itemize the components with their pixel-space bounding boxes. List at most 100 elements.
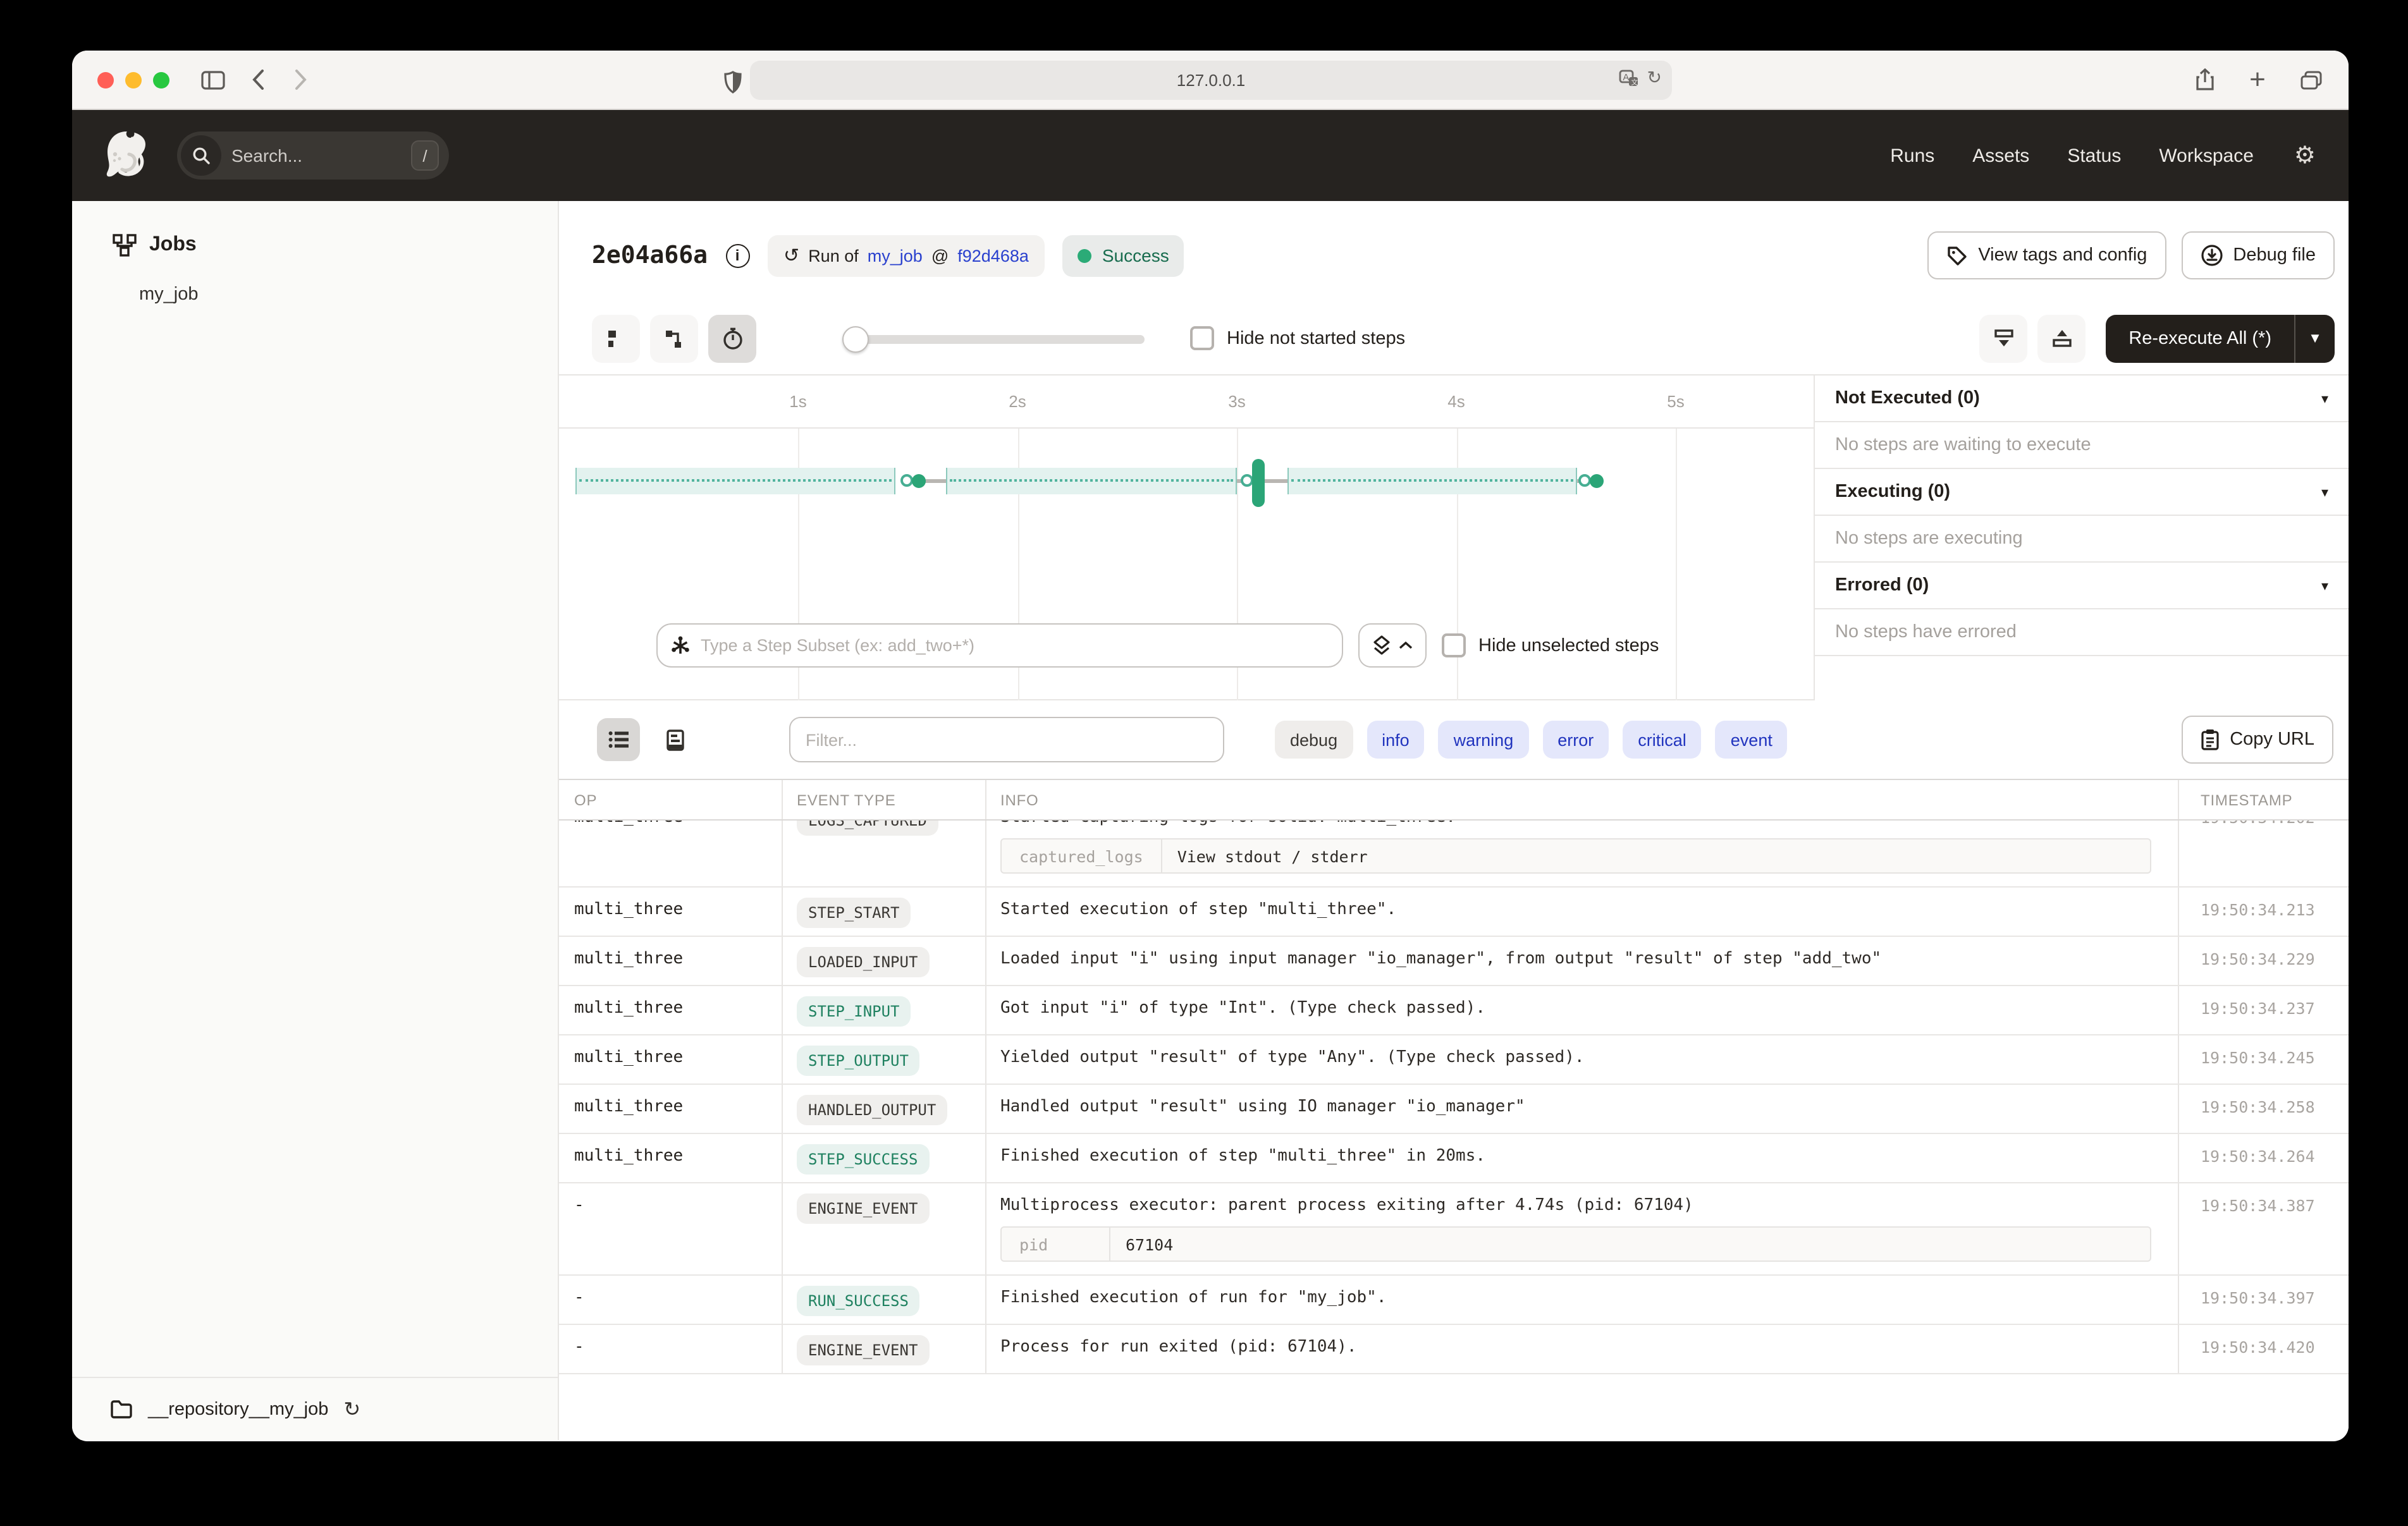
view-tags-config-button[interactable]: View tags and config <box>1927 231 2166 279</box>
settings-gear-icon[interactable]: ⚙ <box>2294 141 2316 170</box>
gantt-marker-filled[interactable] <box>1590 474 1604 488</box>
log-level-event[interactable]: event <box>1716 721 1788 759</box>
table-row[interactable]: -RUN_SUCCESSFinished execution of run fo… <box>559 1276 2349 1325</box>
slider-knob[interactable] <box>842 326 869 352</box>
new-tab-icon[interactable]: + <box>2240 62 2275 97</box>
event-type-badge: STEP_SUCCESS <box>797 1144 929 1175</box>
event-type-badge: STEP_OUTPUT <box>797 1046 920 1076</box>
dagster-logo-icon[interactable] <box>97 126 156 185</box>
step-subset-input[interactable] <box>701 636 1329 655</box>
op-selector-icon <box>670 635 691 656</box>
global-search[interactable]: / <box>177 131 449 180</box>
hide-not-started-label: Hide not started steps <box>1227 328 1405 348</box>
zoom-window-button[interactable] <box>153 71 169 88</box>
url-bar[interactable]: 127.0.0.1 A文 ↻ <box>750 61 1672 100</box>
gantt-step-bar[interactable] <box>945 468 1238 494</box>
reexecute-all-button[interactable]: Re-execute All (*) <box>2106 314 2295 362</box>
reexecute-dropdown-button[interactable]: ▼ <box>2295 314 2335 362</box>
subset-apply-button[interactable] <box>1358 623 1427 668</box>
nav-item-status[interactable]: Status <box>2067 145 2121 166</box>
sidebar-toggle-icon[interactable] <box>195 62 230 97</box>
at-symbol: @ <box>931 246 949 265</box>
close-window-button[interactable] <box>97 71 114 88</box>
gantt-toolbar: Hide not started steps Re-execute All (*… <box>559 302 2349 375</box>
commit-link[interactable]: f92d468a <box>957 246 1029 265</box>
share-icon[interactable] <box>2187 62 2222 97</box>
tab-overview-icon[interactable] <box>2293 62 2328 97</box>
table-row[interactable]: multi_threeSTEP_INPUTGot input "i" of ty… <box>559 986 2349 1035</box>
table-row[interactable]: multi_threeHANDLED_OUTPUTHandled output … <box>559 1085 2349 1134</box>
log-level-info[interactable]: info <box>1367 721 1425 759</box>
timestamp-cell: 19:50:34.397 <box>2178 1276 2349 1324</box>
collapse-panel-button[interactable] <box>1979 314 2027 362</box>
gantt-step-bar[interactable] <box>1288 468 1578 494</box>
log-level-debug[interactable]: debug <box>1275 721 1353 759</box>
event-type-badge: STEP_INPUT <box>797 996 911 1027</box>
reload-icon[interactable]: ↻ <box>1647 67 1662 89</box>
op-cell: - <box>559 1183 782 1274</box>
gantt-marker-open[interactable] <box>900 474 913 487</box>
sidebar-item-my-job[interactable]: my_job <box>72 257 558 305</box>
content: Jobs my_job __repository__my_job ↻ 2e04a… <box>72 201 2349 1440</box>
privacy-shield-icon[interactable] <box>715 64 750 100</box>
view-timed-button[interactable] <box>708 314 756 362</box>
log-level-critical[interactable]: critical <box>1623 721 1702 759</box>
minimize-window-button[interactable] <box>125 71 142 88</box>
table-row[interactable]: -ENGINE_EVENTMultiprocess executor: pare… <box>559 1183 2349 1276</box>
job-link[interactable]: my_job <box>868 246 923 265</box>
table-row[interactable]: -ENGINE_EVENTProcess for run exited (pid… <box>559 1325 2349 1374</box>
refresh-icon[interactable]: ↻ <box>343 1396 360 1422</box>
gantt-marker-open[interactable] <box>1578 474 1591 487</box>
run-of-pill: ↺ Run of my_job @ f92d468a <box>767 235 1045 276</box>
info-icon[interactable]: i <box>725 243 749 267</box>
expand-panel-button[interactable] <box>2037 314 2086 362</box>
gantt-step-bar[interactable] <box>575 468 895 494</box>
back-icon[interactable] <box>240 62 276 97</box>
timestamp-cell: 19:50:34.258 <box>2178 1085 2349 1133</box>
event-type-badge: RUN_SUCCESS <box>797 1286 920 1316</box>
metadata-chip-value[interactable]: View stdout / stderr <box>1162 839 1383 872</box>
panel-section-header[interactable]: Executing (0)▾ <box>1815 469 2349 516</box>
table-row[interactable]: multi_threeSTEP_SUCCESSFinished executio… <box>559 1134 2349 1183</box>
log-pane: debug info warning error critical event Copy … <box>559 700 2349 1392</box>
log-level-warning[interactable]: warning <box>1439 721 1529 759</box>
timestamp-cell: 19:50:34.420 <box>2178 1325 2349 1373</box>
debug-file-button[interactable]: Debug file <box>2181 231 2335 279</box>
panel-section-header[interactable]: Not Executed (0)▾ <box>1815 375 2349 422</box>
tag-icon <box>1946 245 1968 266</box>
forward-icon[interactable] <box>283 62 319 97</box>
log-filter-input[interactable] <box>789 717 1224 762</box>
copy-url-button[interactable]: Copy URL <box>2182 716 2333 764</box>
log-table-header: OPEVENT TYPEINFOTIMESTAMP <box>559 780 2349 821</box>
log-structured-view-button[interactable] <box>654 718 697 761</box>
slider-track[interactable] <box>842 334 1145 343</box>
gantt-marker-open[interactable] <box>1241 474 1253 487</box>
repository-row[interactable]: __repository__my_job ↻ <box>72 1377 558 1440</box>
translate-icon[interactable]: A文 <box>1619 69 1640 87</box>
table-row[interactable]: multi_threeLOADED_INPUTLoaded input "i" … <box>559 937 2349 986</box>
zoom-slider[interactable] <box>842 314 1145 362</box>
table-row[interactable]: multi_threeSTEP_OUTPUTYielded output "re… <box>559 1035 2349 1085</box>
hide-unselected-checkbox[interactable] <box>1442 633 1466 657</box>
timestamp-cell: 19:50:34.202 <box>2178 821 2349 886</box>
info-text: Started execution of step "multi_three". <box>1000 900 2163 920</box>
search-input[interactable] <box>231 145 371 166</box>
table-row[interactable]: multi_threeSTEP_STARTStarted execution o… <box>559 888 2349 937</box>
log-level-error[interactable]: error <box>1542 721 1609 759</box>
panel-section-title: Errored (0) <box>1835 575 1929 595</box>
nav-item-workspace[interactable]: Workspace <box>2159 145 2254 166</box>
nav-item-assets[interactable]: Assets <box>1972 145 2029 166</box>
info-cell: Got input "i" of type "Int". (Type check… <box>985 986 2178 1034</box>
gantt-chart[interactable]: Hide unselected steps 1s2s3s4s5s <box>559 375 1814 700</box>
view-waterfall-button[interactable] <box>650 314 698 362</box>
table-row[interactable]: multi_threeLOGS_CAPTUREDStarted capturin… <box>559 821 2349 888</box>
panel-section-header[interactable]: Errored (0)▾ <box>1815 563 2349 609</box>
hide-not-started-checkbox[interactable] <box>1190 326 1214 350</box>
gantt-marker-filled[interactable] <box>911 474 925 488</box>
gantt-marker-pill[interactable] <box>1253 459 1265 507</box>
event-type-cell: RUN_SUCCESS <box>782 1276 985 1324</box>
view-flat-button[interactable] <box>592 314 640 362</box>
log-list-view-button[interactable] <box>597 718 640 761</box>
timestamp-cell: 19:50:34.245 <box>2178 1035 2349 1083</box>
nav-item-runs[interactable]: Runs <box>1890 145 1934 166</box>
